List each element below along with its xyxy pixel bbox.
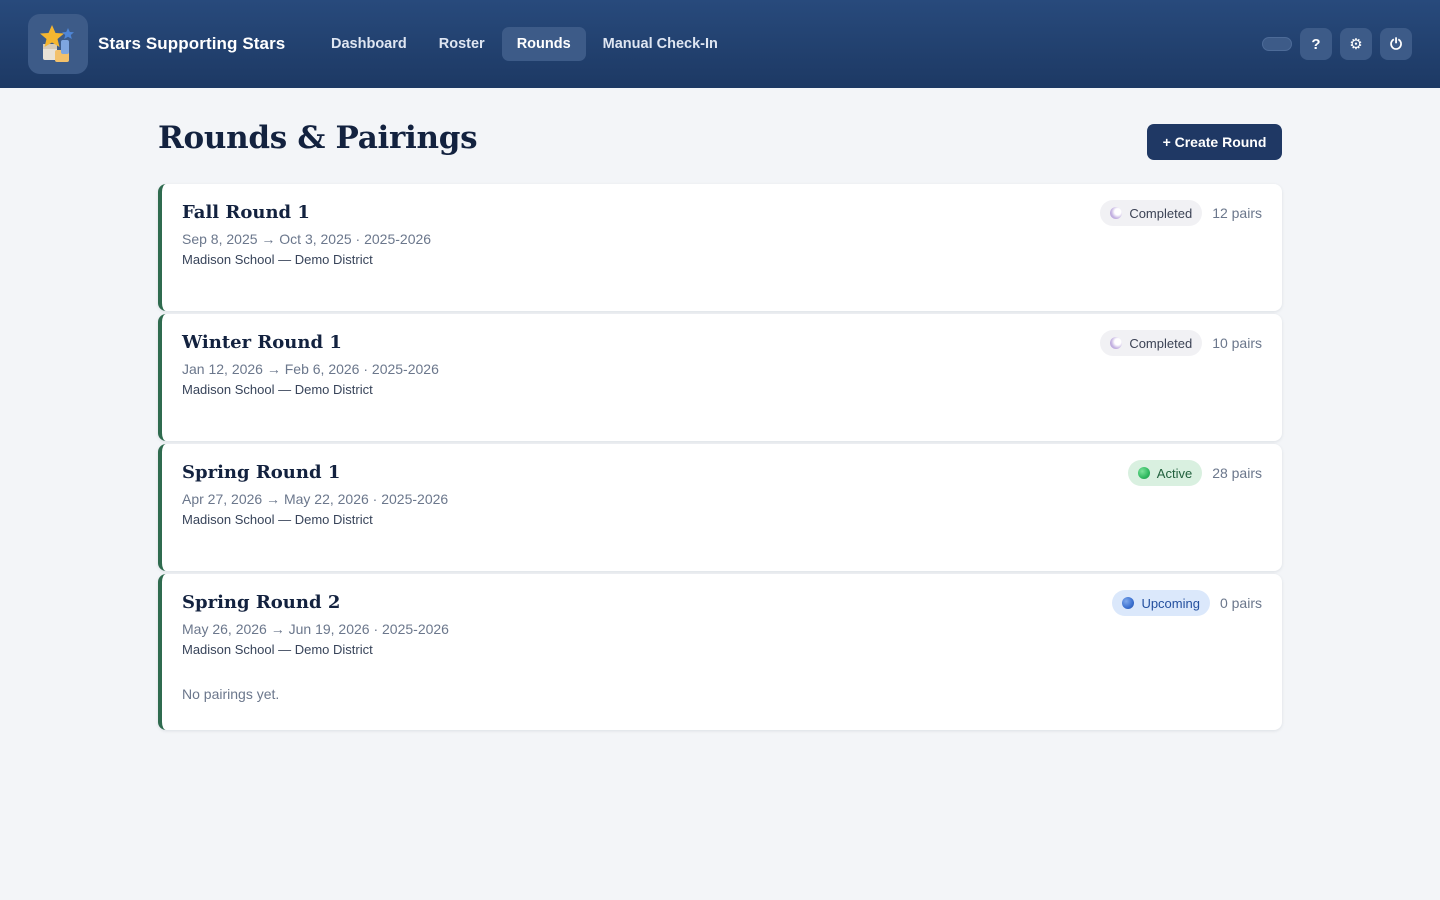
- status-badge: Active: [1127, 460, 1203, 486]
- round-school: Madison School — Demo District: [182, 512, 373, 527]
- round-school: Madison School — Demo District: [182, 642, 373, 657]
- main-nav: Dashboard Roster Rounds Manual Check-In: [316, 27, 735, 61]
- status-label: Completed: [1129, 205, 1193, 221]
- status-label: Upcoming: [1141, 595, 1200, 611]
- pair-count: 10 pairs: [1212, 335, 1262, 351]
- round-name[interactable]: Fall Round 1: [182, 202, 310, 223]
- upcoming-dot-icon: [1122, 597, 1135, 609]
- pair-count: 0 pairs: [1219, 595, 1262, 611]
- active-dot-icon: [1137, 467, 1150, 479]
- round-card[interactable]: Winter Round 1 Jan 12, 2026 → Feb 6, 202…: [158, 314, 1282, 441]
- pair-count: 12 pairs: [1212, 205, 1262, 221]
- empty-pairings-message: No pairings yet.: [182, 686, 280, 702]
- app-logo-icon[interactable]: [28, 14, 88, 74]
- completed-moon-icon: [1110, 207, 1123, 219]
- settings-button[interactable]: ⚙: [1340, 28, 1372, 60]
- theme-toggle[interactable]: [1262, 37, 1292, 51]
- round-meta: Completed 10 pairs: [1100, 330, 1262, 356]
- round-name[interactable]: Winter Round 1: [182, 332, 342, 353]
- round-card[interactable]: Spring Round 1 Apr 27, 2026 → May 22, 20…: [158, 444, 1282, 571]
- page-title: Rounds & Pairings: [158, 120, 478, 156]
- logout-button[interactable]: ⏻: [1380, 28, 1412, 60]
- gear-icon: ⚙: [1349, 36, 1363, 53]
- pair-count: 28 pairs: [1212, 465, 1262, 481]
- round-card[interactable]: Spring Round 2 May 26, 2026 → Jun 19, 20…: [158, 574, 1282, 730]
- round-name[interactable]: Spring Round 2: [182, 592, 340, 613]
- completed-moon-icon: [1110, 337, 1123, 349]
- status-label: Active: [1156, 465, 1193, 481]
- round-school: Madison School — Demo District: [182, 382, 373, 397]
- round-meta: Completed 12 pairs: [1100, 200, 1262, 226]
- status-label: Completed: [1129, 335, 1193, 351]
- round-name[interactable]: Spring Round 1: [182, 462, 340, 483]
- help-button[interactable]: ?: [1300, 28, 1332, 60]
- status-badge: Completed: [1100, 200, 1203, 226]
- round-card[interactable]: Fall Round 1 Sep 8, 2025 → Oct 3, 2025 ·…: [158, 184, 1282, 311]
- round-dates: Apr 27, 2026 → May 22, 2026 · 2025-2026: [182, 491, 449, 507]
- round-dates: Jan 12, 2026 → Feb 6, 2026 · 2025-2026: [182, 361, 439, 377]
- round-meta: Active 28 pairs: [1127, 460, 1262, 486]
- power-icon: ⏻: [1390, 35, 1402, 53]
- nav-dashboard[interactable]: Dashboard: [316, 27, 422, 61]
- help-icon: ?: [1311, 35, 1321, 53]
- status-badge: Completed: [1100, 330, 1203, 356]
- nav-rounds[interactable]: Rounds: [501, 27, 586, 61]
- status-badge: Upcoming: [1112, 590, 1210, 616]
- nav-roster[interactable]: Roster: [424, 27, 500, 61]
- round-school: Madison School — Demo District: [182, 252, 373, 267]
- round-dates: Sep 8, 2025 → Oct 3, 2025 · 2025-2026: [182, 231, 432, 247]
- round-dates: May 26, 2026 → Jun 19, 2026 · 2025-2026: [182, 621, 449, 637]
- create-round-button[interactable]: + Create Round: [1147, 124, 1282, 160]
- nav-manual-check-in[interactable]: Manual Check-In: [588, 27, 733, 61]
- top-navigation-bar: Stars Supporting Stars Dashboard Roster …: [0, 0, 1440, 88]
- brand-name[interactable]: Stars Supporting Stars: [98, 0, 285, 88]
- round-meta: Upcoming 0 pairs: [1112, 590, 1262, 616]
